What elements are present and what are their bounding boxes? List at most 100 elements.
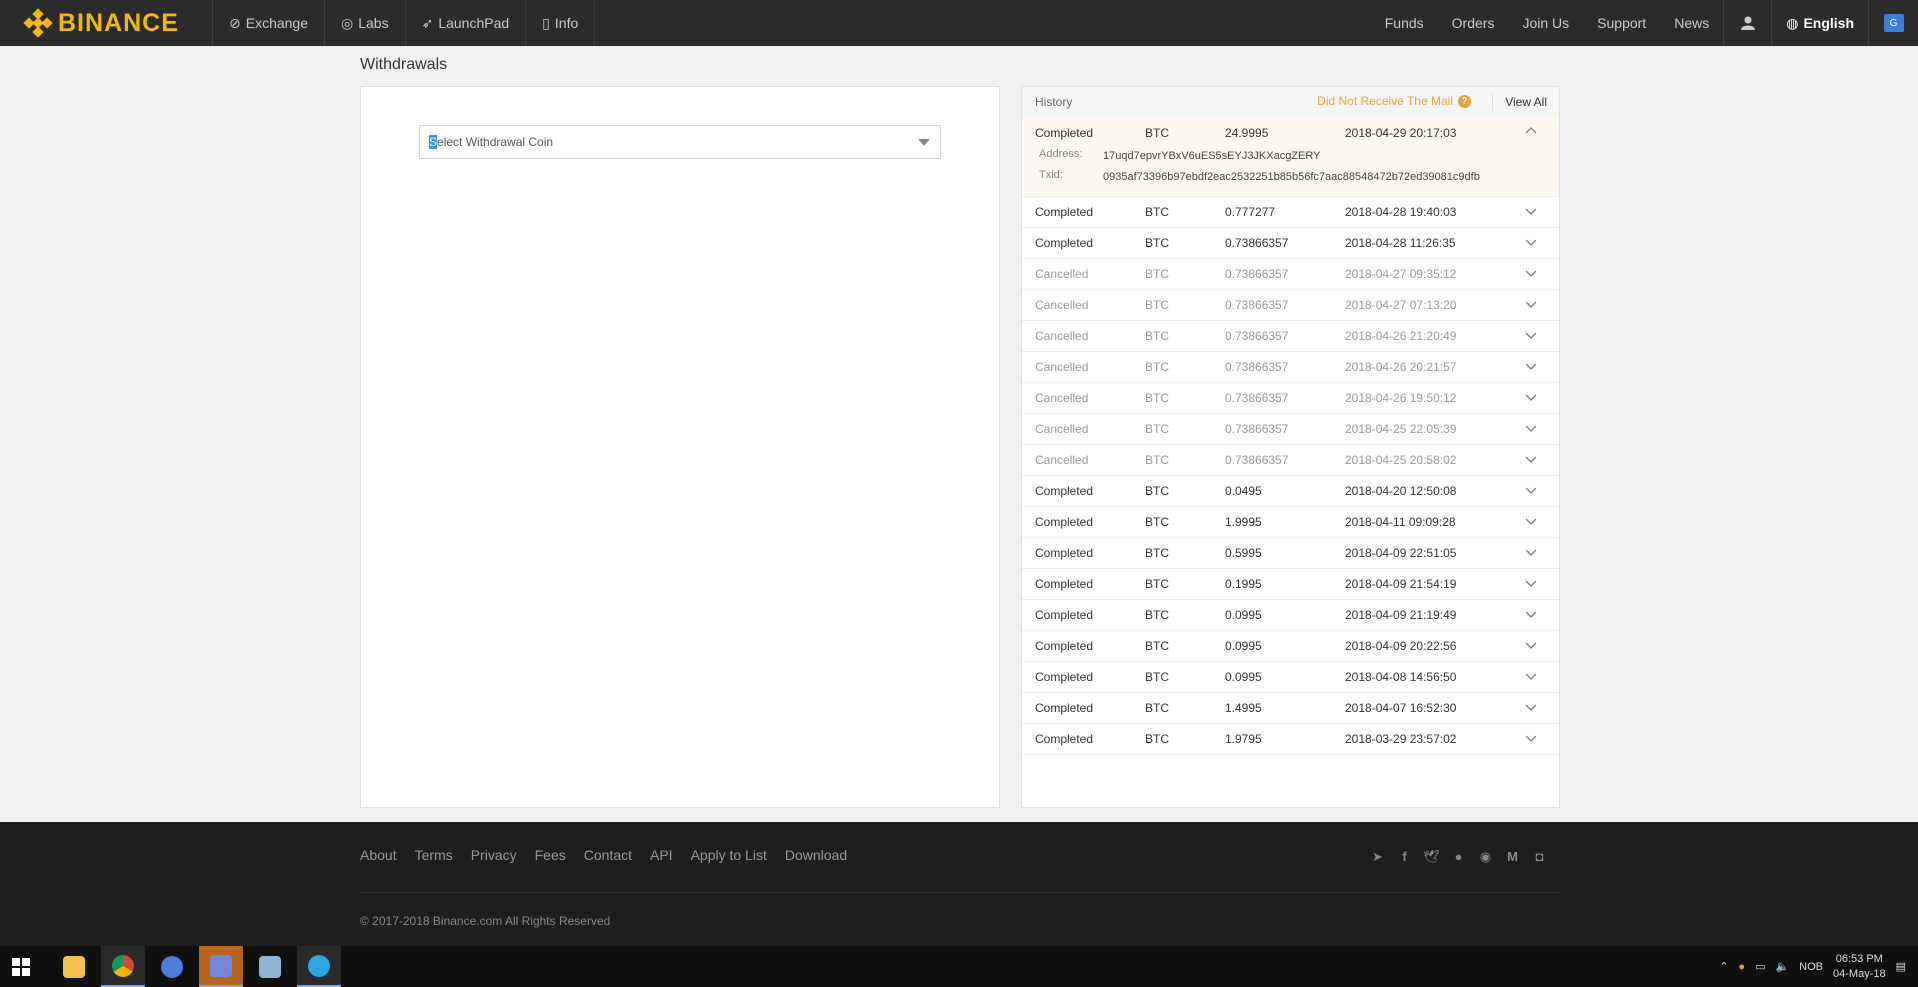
table-row[interactable]: Completed BTC 0.73866357 2018-04-28 11:26:3… bbox=[1022, 228, 1559, 259]
table-row[interactable]: Completed BTC 0.0495 2018-04-20 12:50:08 bbox=[1022, 476, 1559, 507]
nav-support[interactable]: Support bbox=[1583, 0, 1660, 46]
amount-cell: 0.73866357 bbox=[1225, 267, 1289, 281]
chevron-down-icon[interactable] bbox=[1526, 423, 1536, 433]
google-icon[interactable] bbox=[150, 946, 194, 987]
discord-icon[interactable] bbox=[199, 946, 243, 987]
chevron-down-icon[interactable] bbox=[1526, 547, 1536, 557]
table-row[interactable]: Completed BTC 1.9995 2018-04-11 09:09:28 bbox=[1022, 507, 1559, 538]
chevron-down-icon[interactable] bbox=[1526, 206, 1536, 216]
date-cell: 2018-04-28 11:26:35 bbox=[1345, 236, 1456, 250]
twitter-icon[interactable]: 🕊 bbox=[1423, 848, 1440, 865]
txid-value[interactable]: 0935af73396b97ebdf2eac2532251b85b56fc7aa… bbox=[1103, 169, 1483, 186]
table-row[interactable]: Completed BTC 0.0995 2018-04-08 14:56:50 bbox=[1022, 662, 1559, 693]
chevron-down-icon[interactable] bbox=[1526, 640, 1536, 650]
windows-start-icon[interactable] bbox=[12, 958, 30, 976]
amount-cell: 0.5995 bbox=[1225, 546, 1262, 560]
instagram-icon[interactable]: ◘ bbox=[1531, 848, 1548, 865]
view-all-button[interactable]: View All bbox=[1492, 93, 1559, 111]
chevron-down-icon[interactable] bbox=[1526, 299, 1536, 309]
binance-logo[interactable]: BINANCE bbox=[0, 0, 212, 46]
footer-link-contact[interactable]: Contact bbox=[584, 847, 632, 863]
date-cell: 2018-04-11 09:09:28 bbox=[1345, 515, 1456, 529]
date-cell: 2018-04-25 22:05:39 bbox=[1345, 422, 1457, 436]
table-row[interactable]: Completed BTC 1.4995 2018-04-07 16:52:30 bbox=[1022, 693, 1559, 724]
footer-link-download[interactable]: Download bbox=[785, 847, 847, 863]
telegram-icon[interactable]: ➤ bbox=[1369, 848, 1386, 865]
table-row[interactable]: Completed BTC 0.0995 2018-04-09 20:22:56 bbox=[1022, 631, 1559, 662]
volume-icon[interactable]: 🔈 bbox=[1775, 960, 1789, 973]
translate-button[interactable]: G bbox=[1868, 0, 1918, 46]
table-row[interactable]: Cancelled BTC 0.73866357 2018-04-25 22:05:3… bbox=[1022, 414, 1559, 445]
table-row[interactable]: Completed BTC 1.9795 2018-03-29 23:57:02 bbox=[1022, 724, 1559, 755]
table-row[interactable]: Cancelled BTC 0.73866357 2018-04-26 19:50:1… bbox=[1022, 383, 1559, 414]
notifications-icon[interactable]: ▤ bbox=[1896, 960, 1906, 973]
chevron-down-icon[interactable] bbox=[1526, 361, 1536, 371]
table-row[interactable]: Completed BTC 0.0995 2018-04-09 21:19:49 bbox=[1022, 600, 1559, 631]
nav-orders[interactable]: Orders bbox=[1438, 0, 1509, 46]
table-row[interactable]: Completed BTC 0.5995 2018-04-09 22:51:05 bbox=[1022, 538, 1559, 569]
txid-label: Txid: bbox=[1039, 169, 1063, 181]
chevron-down-icon[interactable] bbox=[1526, 516, 1536, 526]
clock-date: 04-May-18 bbox=[1833, 967, 1886, 980]
chevron-down-icon[interactable] bbox=[1526, 733, 1536, 743]
telegram-icon[interactable] bbox=[297, 946, 341, 987]
chevron-down-icon[interactable] bbox=[1526, 609, 1536, 619]
did-not-receive-mail-link[interactable]: Did Not Receive The Mail ? bbox=[1317, 94, 1471, 108]
chevron-down-icon[interactable] bbox=[1526, 671, 1536, 681]
chevron-down-icon[interactable] bbox=[1526, 578, 1536, 588]
withdraw-form-panel: Select Withdrawal Coin bbox=[360, 86, 1000, 808]
file-explorer-icon[interactable] bbox=[52, 946, 96, 987]
coin-select-dropdown[interactable]: Select Withdrawal Coin bbox=[419, 125, 941, 159]
chevron-down-icon[interactable] bbox=[1526, 237, 1536, 247]
chevron-down-icon[interactable] bbox=[1526, 454, 1536, 464]
nav-funds[interactable]: Funds bbox=[1371, 0, 1438, 46]
github-icon[interactable]: ◉ bbox=[1477, 848, 1494, 865]
date-cell: 2018-04-09 21:19:49 bbox=[1345, 608, 1457, 622]
table-row[interactable]: Cancelled BTC 0.73866357 2018-04-27 07:13:2… bbox=[1022, 290, 1559, 321]
reddit-icon[interactable]: ● bbox=[1450, 848, 1467, 865]
chrome-icon[interactable] bbox=[101, 946, 145, 987]
nav-labs[interactable]: ◎ Labs bbox=[324, 0, 405, 46]
table-row[interactable]: Cancelled BTC 0.73866357 2018-04-26 20:21:5… bbox=[1022, 352, 1559, 383]
chevron-up-icon[interactable]: ⌃ bbox=[1719, 960, 1728, 973]
chevron-down-icon[interactable] bbox=[1526, 485, 1536, 495]
notepad-icon[interactable] bbox=[248, 946, 292, 987]
coin-cell: BTC bbox=[1145, 484, 1169, 498]
nav-join-us[interactable]: Join Us bbox=[1508, 0, 1583, 46]
nav-exchange[interactable]: ⊘ Exchange bbox=[212, 0, 324, 46]
table-row[interactable]: Cancelled BTC 0.73866357 2018-04-27 09:35:1… bbox=[1022, 259, 1559, 290]
chevron-down-icon[interactable] bbox=[1526, 268, 1536, 278]
table-row[interactable]: Completed BTC 0.1995 2018-04-09 21:54:19 bbox=[1022, 569, 1559, 600]
table-row[interactable]: Completed BTC 0.777277 2018-04-28 19:40:03 bbox=[1022, 197, 1559, 228]
date-cell: 2018-04-09 20:22:56 bbox=[1345, 639, 1457, 653]
user-icon[interactable] bbox=[1723, 0, 1771, 46]
table-row[interactable]: Cancelled BTC 0.73866357 2018-04-25 20:58:0… bbox=[1022, 445, 1559, 476]
facebook-icon[interactable]: f bbox=[1396, 848, 1413, 865]
ime-indicator[interactable]: NOB bbox=[1799, 961, 1823, 973]
network-icon[interactable]: ▭ bbox=[1755, 960, 1765, 973]
nav-info[interactable]: ▯ Info bbox=[525, 0, 596, 46]
status-cell: Completed bbox=[1035, 125, 1094, 140]
date-cell: 2018-04-28 19:40:03 bbox=[1345, 205, 1457, 219]
medium-icon[interactable]: M bbox=[1504, 848, 1521, 865]
tray-app-icon[interactable]: ● bbox=[1738, 961, 1745, 973]
footer-link-fees[interactable]: Fees bbox=[535, 847, 566, 863]
footer-link-api[interactable]: API bbox=[650, 847, 673, 863]
footer-link-privacy[interactable]: Privacy bbox=[471, 847, 517, 863]
nav-news[interactable]: News bbox=[1660, 0, 1723, 46]
footer: About Terms Privacy Fees Contact API Apply to … bbox=[0, 822, 1918, 946]
question-icon: ? bbox=[1458, 94, 1471, 108]
table-row[interactable]: Completed BTC 24.9995 2018-04-29 20:17:0… bbox=[1022, 117, 1559, 148]
chevron-up-icon[interactable] bbox=[1526, 126, 1536, 136]
clock[interactable]: 06:53 PM 04-May-18 bbox=[1833, 952, 1886, 982]
chevron-down-icon[interactable] bbox=[1526, 330, 1536, 340]
language-selector[interactable]: ◍ English bbox=[1771, 0, 1868, 46]
footer-link-apply-to-list[interactable]: Apply to List bbox=[691, 847, 767, 863]
footer-link-about[interactable]: About bbox=[360, 847, 397, 863]
chevron-down-icon[interactable] bbox=[1526, 702, 1536, 712]
nav-launchpad[interactable]: ➶ LaunchPad bbox=[404, 0, 526, 46]
chevron-down-icon[interactable] bbox=[1526, 392, 1536, 402]
date-cell: 2018-04-07 16:52:30 bbox=[1345, 701, 1457, 715]
footer-link-terms[interactable]: Terms bbox=[415, 847, 453, 863]
table-row[interactable]: Cancelled BTC 0.73866357 2018-04-26 21:20:4… bbox=[1022, 321, 1559, 352]
